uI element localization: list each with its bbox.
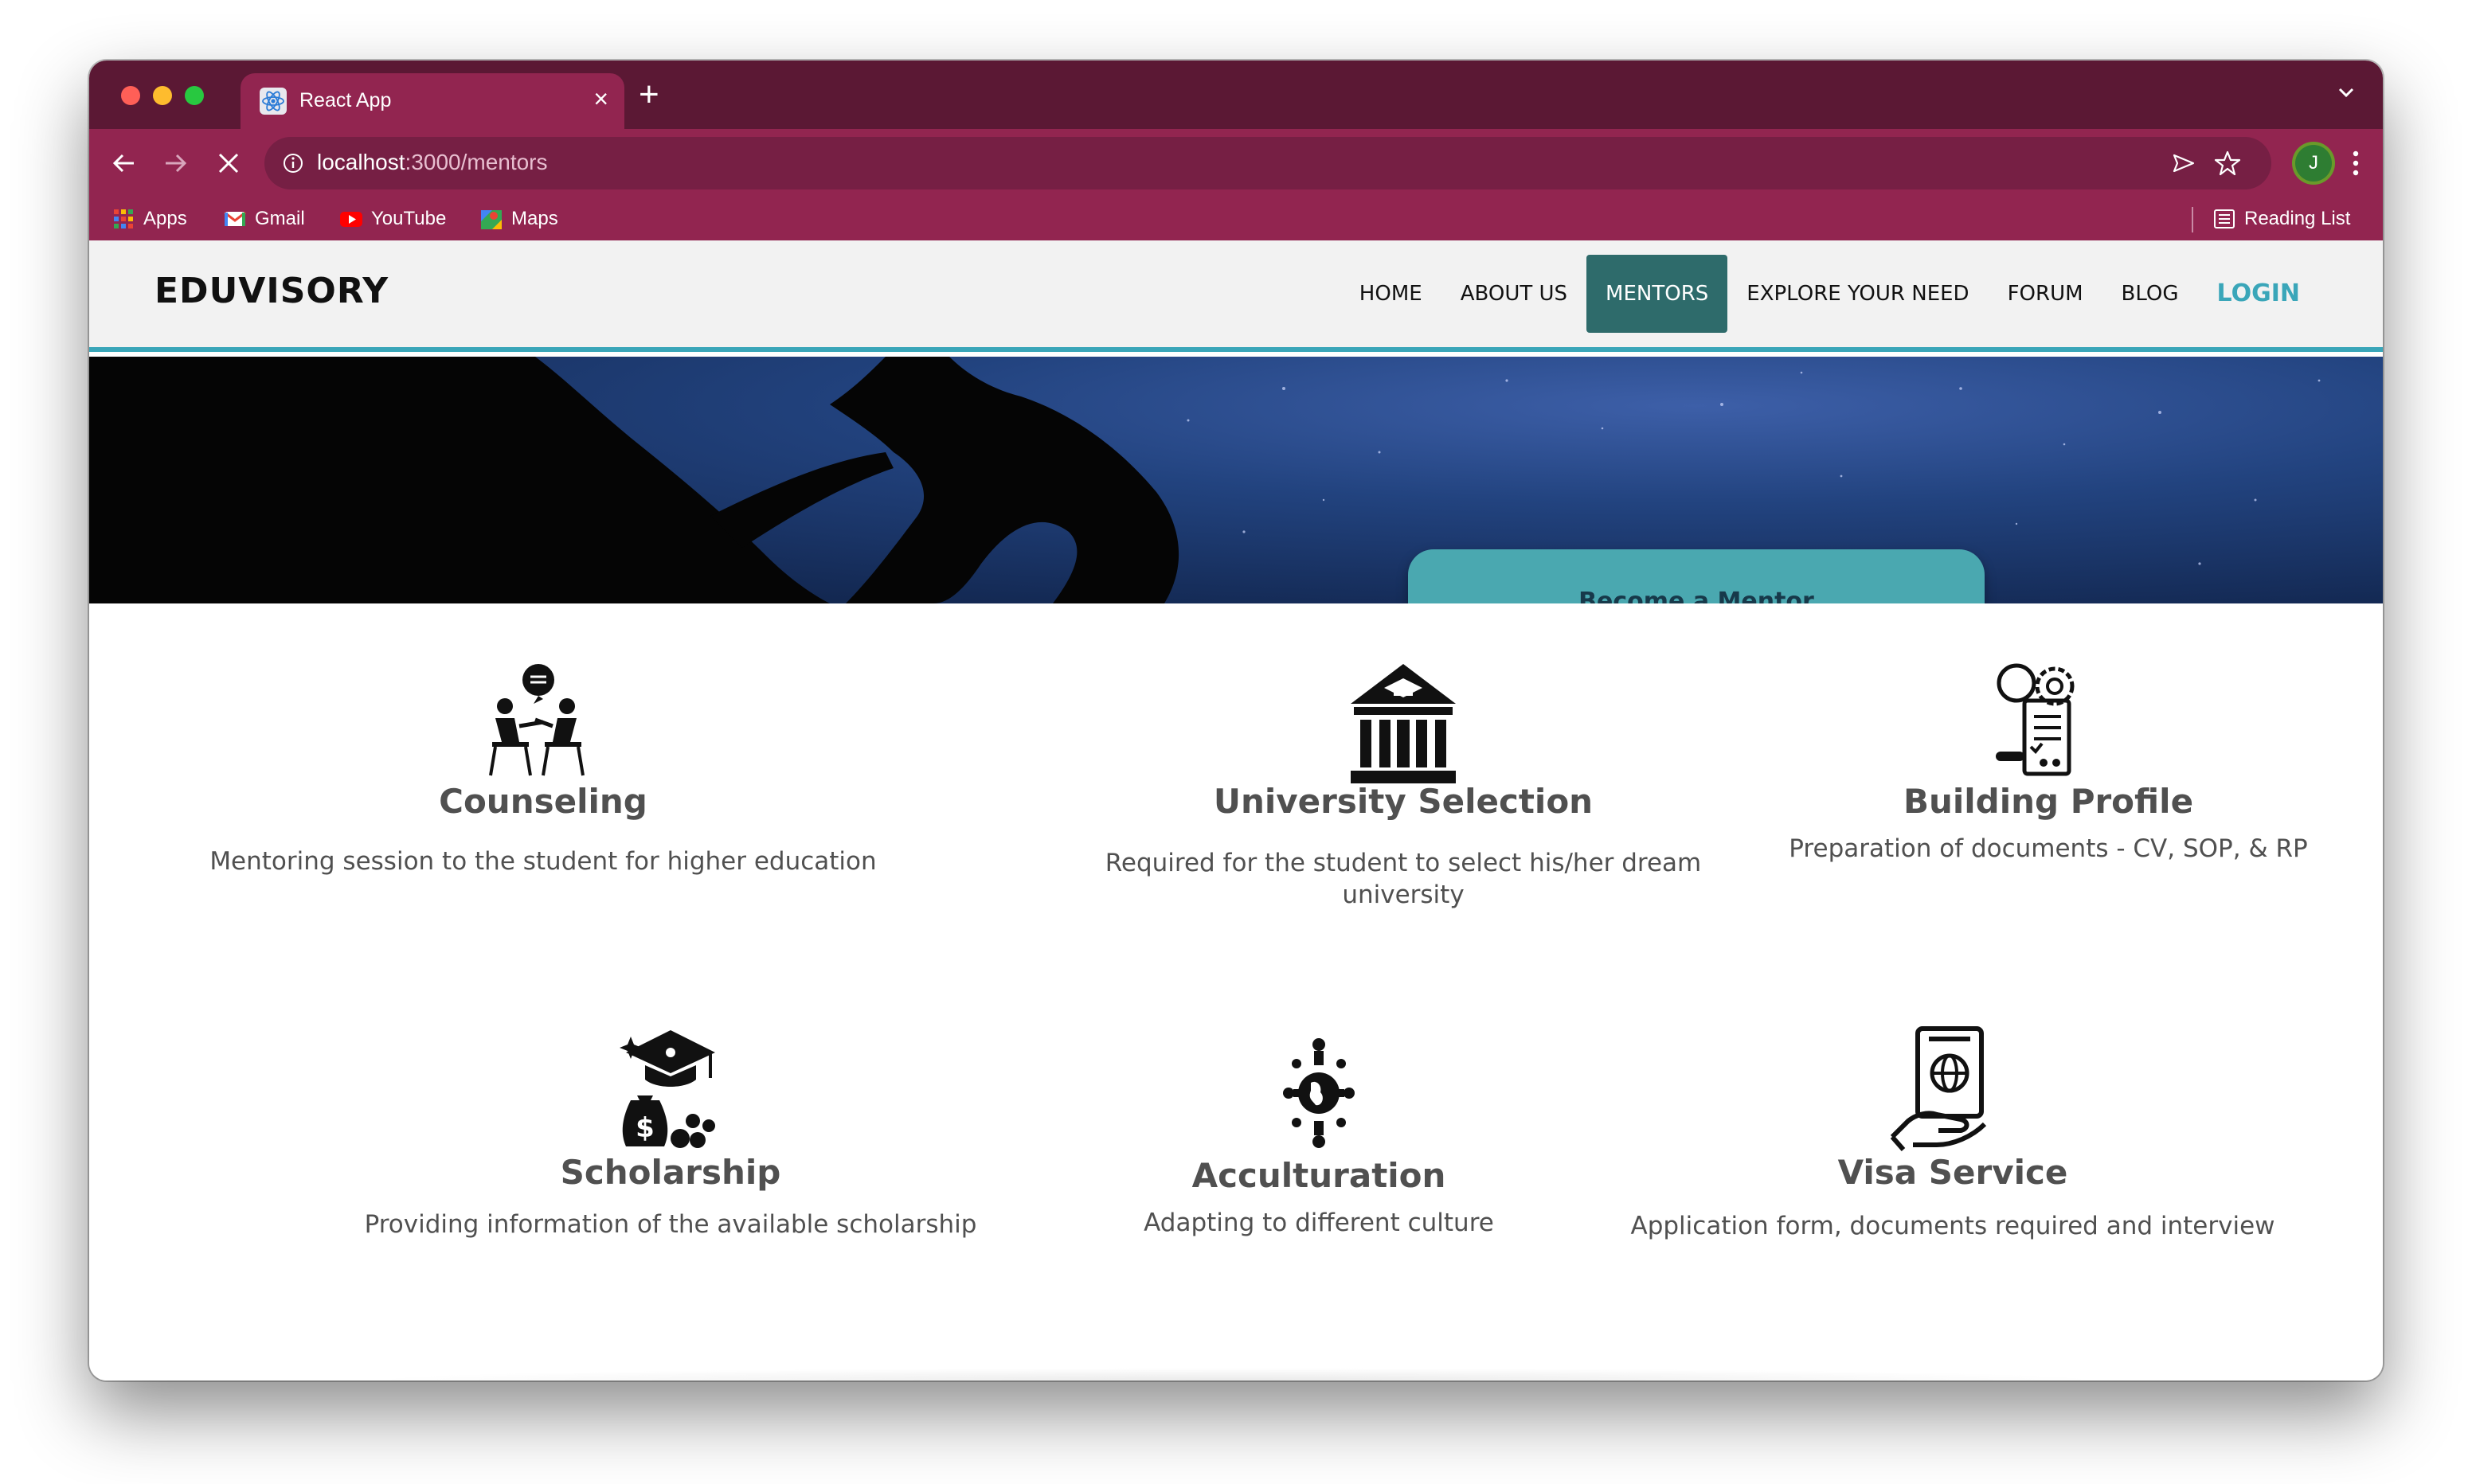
bookmark-label: Gmail (255, 208, 305, 229)
tab-search-chevron-icon[interactable] (2333, 80, 2359, 105)
nav-explore-your-need[interactable]: EXPLORE YOUR NEED (1727, 255, 1988, 333)
window-controls (121, 86, 204, 105)
footer-shadow (360, 1368, 2112, 1381)
page-viewport: EDUVISORY HOME ABOUT US MENTORS EXPLORE … (89, 240, 2383, 1381)
browser-window: React App × + localhost:3000/mentors J A… (89, 61, 2383, 1381)
service-title: Building Profile (1903, 782, 2194, 821)
site-nav-links: HOME ABOUT US MENTORS EXPLORE YOUR NEED … (1340, 255, 2319, 333)
new-tab-button[interactable]: + (639, 75, 659, 115)
nav-about-us[interactable]: ABOUT US (1441, 255, 1586, 333)
nav-login[interactable]: LOGIN (2198, 255, 2319, 333)
tab-strip: React App × + (89, 61, 2383, 129)
service-card-university-selection: University Selection Required for the st… (1013, 662, 1793, 909)
bookmark-youtube[interactable]: YouTube (339, 207, 446, 231)
stop-loading-icon[interactable] (210, 145, 247, 182)
nav-forum[interactable]: FORUM (1989, 255, 2102, 333)
bookmarks-divider (2192, 207, 2193, 232)
visa-icon (1890, 1026, 1987, 1151)
site-navbar: EDUVISORY HOME ABOUT US MENTORS EXPLORE … (89, 240, 2383, 352)
bookmark-star-icon[interactable] (2214, 150, 2241, 177)
acculturation-icon (1283, 1038, 1355, 1148)
service-description: Providing information of the available s… (364, 1210, 977, 1239)
url-text: localhost:3000/mentors (317, 150, 548, 175)
profile-avatar[interactable]: J (2295, 145, 2332, 182)
service-title: Scholarship (560, 1153, 781, 1192)
scholarship-icon: $ (620, 1030, 715, 1148)
close-window-button[interactable] (121, 86, 140, 105)
service-title: Acculturation (1191, 1156, 1446, 1195)
react-favicon-icon (260, 88, 287, 115)
tab-react-app[interactable]: React App × (241, 73, 624, 129)
apps-grid-icon (114, 209, 133, 228)
svg-text:$: $ (636, 1112, 655, 1144)
reading-list-button[interactable]: Reading List (2212, 207, 2350, 231)
service-card-scholarship: $ Scholarship Providing information of t… (280, 1029, 1061, 1239)
reading-list-label: Reading List (2244, 208, 2351, 229)
bookmark-label: YouTube (371, 208, 447, 229)
service-card-visa-service: Visa Service Application form, documents… (1586, 1026, 2319, 1244)
service-card-acculturation: Acculturation Adapting to different cult… (1000, 1037, 1637, 1244)
zoom-window-button[interactable] (185, 86, 204, 105)
service-card-building-profile: Building Profile Preparation of document… (1730, 662, 2367, 869)
url-host: localhost (317, 150, 405, 174)
browser-toolbar: localhost:3000/mentors J Apps Gmail YouT… (89, 129, 2383, 240)
profile-building-icon (1996, 663, 2075, 776)
minimize-window-button[interactable] (153, 86, 172, 105)
service-description: Application form, documents required and… (1630, 1212, 2275, 1240)
bookmark-gmail[interactable]: Gmail (223, 207, 305, 231)
reading-list-icon (2214, 209, 2235, 228)
nav-blog[interactable]: BLOG (2102, 255, 2198, 333)
hero-banner: Become a Mentor (89, 357, 2383, 603)
counseling-icon (489, 664, 585, 776)
bookmark-label: Apps (143, 208, 187, 229)
youtube-icon (340, 212, 362, 227)
service-description: Preparation of documents - CV, SOP, & RP (1789, 834, 2308, 863)
service-description: Mentoring session to the student for hig… (209, 847, 877, 876)
browser-menu-icon[interactable] (2348, 145, 2364, 182)
bookmark-maps[interactable]: Maps (479, 207, 558, 231)
forward-arrow-icon[interactable] (158, 145, 194, 182)
tab-close-icon[interactable]: × (593, 84, 608, 114)
gmail-icon (224, 211, 246, 226)
site-brand[interactable]: EDUVISORY (154, 271, 389, 311)
site-info-icon[interactable] (282, 152, 304, 174)
maps-icon (481, 210, 502, 229)
become-mentor-button[interactable]: Become a Mentor (1408, 549, 1985, 603)
service-description: Adapting to different culture (1144, 1209, 1494, 1237)
service-card-counseling: Counseling Mentoring session to the stud… (185, 662, 902, 876)
back-arrow-icon[interactable] (105, 145, 142, 182)
bookmarks-bar: Apps Gmail YouTube Maps Reading List (89, 197, 2383, 240)
address-bar[interactable]: localhost:3000/mentors (264, 137, 2271, 189)
url-path: :3000/mentors (405, 150, 548, 174)
service-title: University Selection (1213, 782, 1594, 821)
bookmark-apps[interactable]: Apps (111, 207, 187, 231)
climber-silhouette (89, 357, 1179, 603)
bookmark-label: Maps (511, 208, 558, 229)
nav-mentors[interactable]: MENTORS (1586, 255, 1728, 333)
send-tab-icon[interactable] (2171, 150, 2196, 176)
service-title: Counseling (439, 782, 647, 821)
service-title: Visa Service (1837, 1153, 2068, 1192)
service-description: Required for the student to select his/h… (1105, 849, 1702, 909)
nav-home[interactable]: HOME (1340, 255, 1441, 333)
tab-title: React App (299, 89, 392, 111)
university-icon (1351, 664, 1456, 783)
